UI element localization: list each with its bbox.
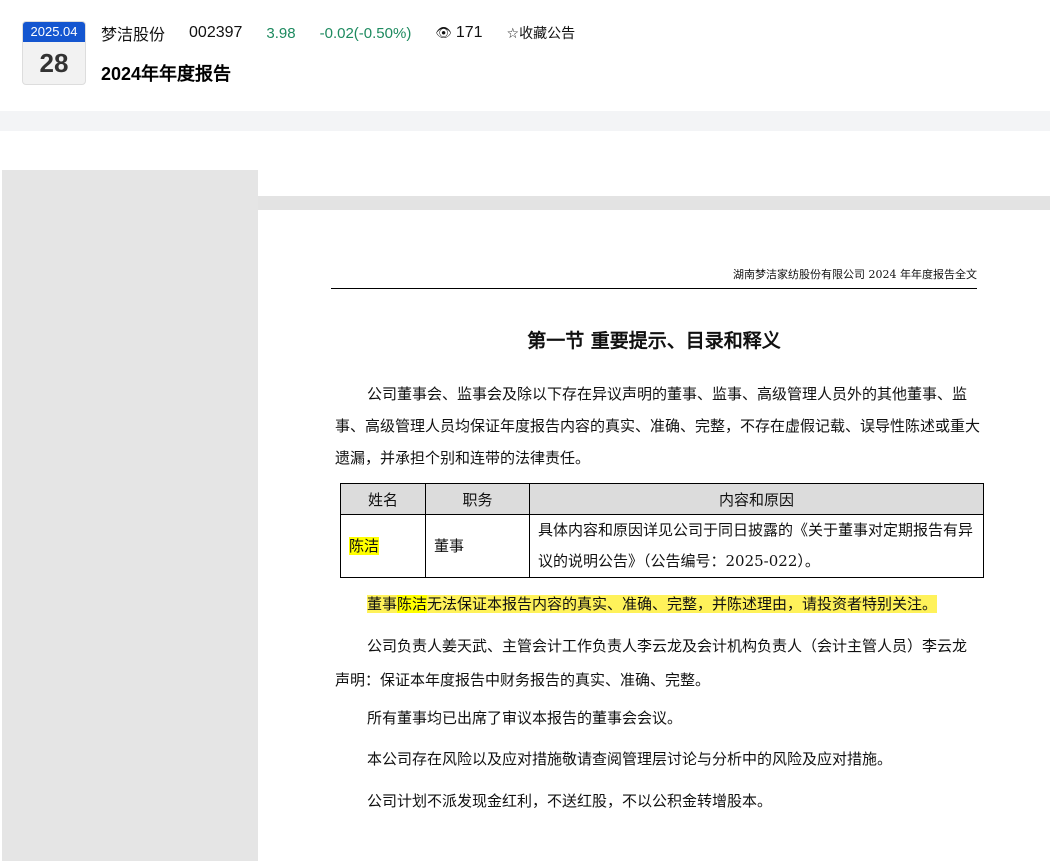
section-title: 第一节 重要提示、目录和释义	[527, 330, 781, 352]
eye-icon: 👁	[435, 25, 452, 40]
table-cell: 董事	[425, 514, 530, 578]
table-header: 姓名	[340, 483, 426, 515]
warning-name: 陈洁	[397, 595, 428, 613]
page-gap	[258, 196, 1050, 210]
stock-meta: 梦洁股份 002397 3.98 -0.02(-0.50%) 👁 171 ☆收藏公…	[101, 21, 599, 45]
view-count: 👁 171	[435, 24, 482, 42]
stock-change: -0.02(-0.50%)	[319, 24, 412, 42]
page-title: 2024年年度报告	[101, 64, 232, 84]
running-header: 湖南梦洁家纺股份有限公司 2024 年年度报告全文	[331, 266, 977, 289]
table-cell: 陈洁	[340, 514, 426, 578]
warning-prefix: 董事	[367, 595, 398, 613]
date-day: 28	[39, 48, 69, 78]
table-cell: 具体内容和原因详见公司于同日披露的《关于董事对定期报告有异议的说明公告》（公告编…	[529, 514, 984, 578]
favorite-button[interactable]: ☆收藏公告	[507, 23, 576, 43]
stock-price: 3.98	[266, 24, 296, 42]
dissent-table: 姓名 职务 内容和原因 陈洁 董事 具体内容和原因详见公司于同日披露的《关于董事…	[340, 483, 984, 578]
paragraph: 公司计划不派发现金红利，不送红股，不以公积金转增股本。	[367, 792, 773, 810]
date-badge: 2025.04 28	[22, 21, 86, 85]
table-header-row: 姓名 职务 内容和原因	[340, 483, 984, 515]
date-year-month: 2025.04	[23, 22, 85, 42]
warning-paragraph: 董事陈洁无法保证本报告内容的真实、准确、完整，并陈述理由，请投资者特别关注。	[335, 588, 981, 620]
paragraph: 公司董事会、监事会及除以下存在异议声明的董事、监事、高级管理人员外的其他董事、监…	[335, 385, 981, 467]
table-header: 职务	[425, 483, 530, 515]
divider-band	[0, 111, 1050, 131]
paragraph: 公司负责人姜天武、主管会计工作负责人李云龙及会计机构负责人（会计主管人员）李云龙…	[335, 637, 968, 689]
paragraph: 所有董事均已出席了审议本报告的董事会会议。	[367, 709, 683, 727]
table-row: 陈洁 董事 具体内容和原因详见公司于同日披露的《关于董事对定期报告有异议的说明公…	[340, 514, 984, 578]
stock-code[interactable]: 002397	[189, 24, 242, 42]
pdf-page: 湖南梦洁家纺股份有限公司 2024 年年度报告全文 第一节 重要提示、目录和释义…	[258, 210, 1050, 861]
paragraph: 本公司存在风险以及应对措施敬请查阅管理层讨论与分析中的风险及应对措施。	[367, 750, 893, 768]
table-header: 内容和原因	[529, 483, 984, 515]
stock-name[interactable]: 梦洁股份	[101, 21, 165, 45]
view-count-value: 171	[455, 24, 483, 41]
warning-rest: 无法保证本报告内容的真实、准确、完整，并陈述理由，请投资者特别关注。	[427, 595, 938, 613]
highlighted-name: 陈洁	[349, 536, 380, 555]
thumbnail-sidebar	[2, 170, 258, 861]
announcement-header: 2025.04 28 梦洁股份 002397 3.98 -0.02(-0.50%…	[0, 0, 1050, 111]
